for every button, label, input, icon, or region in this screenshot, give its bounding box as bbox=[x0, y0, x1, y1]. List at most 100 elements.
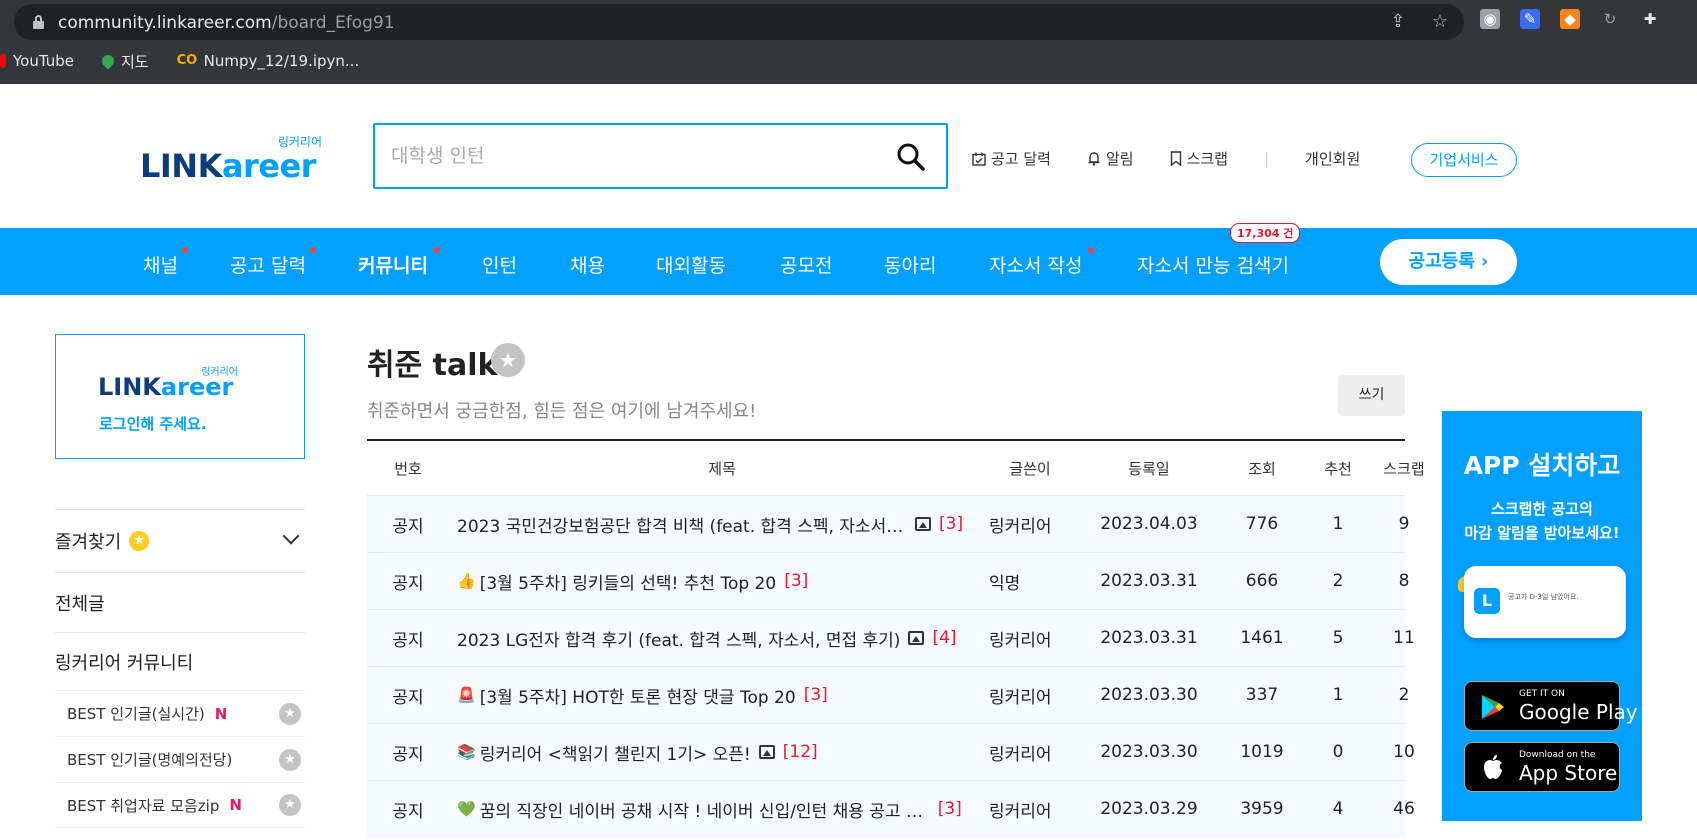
post-author: 익명 bbox=[989, 573, 1021, 594]
app-banner-description: 스크랩한 공고의 마감 알림을 받아보세요! bbox=[1464, 500, 1620, 542]
post-title-cell[interactable]: 2023 LG전자 합격 후기 (feat. 합격 스펙, 자소서, 면접 후기… bbox=[457, 610, 969, 666]
menu-alarm[interactable]: 알림 bbox=[1087, 148, 1134, 169]
app-install-banner[interactable]: APP 설치하고 스크랩한 공고의 마감 알림을 받아보세요! L 공고가 D-… bbox=[1442, 411, 1642, 821]
nav-resume-writing[interactable]: 자소서 작성 bbox=[989, 247, 1095, 278]
address-bar[interactable]: community.linkareer.com/board_Efog91 ⇪ ☆ bbox=[14, 4, 1464, 40]
nav-activities[interactable]: 대외활동 bbox=[656, 251, 726, 278]
post-title-cell[interactable]: 📚 링커리어 <책읽기 챌린지 1기> 오픈! [12] bbox=[457, 724, 969, 780]
post-scraps: 2 bbox=[1398, 685, 1410, 705]
google-play-icon bbox=[1482, 695, 1504, 719]
share-icon[interactable]: ⇪ bbox=[1388, 11, 1408, 32]
post-number: 공지 bbox=[392, 801, 424, 822]
post-date: 2023.03.30 bbox=[1100, 685, 1198, 705]
table-row[interactable]: 공지 🚨 [3월 5주차] HOT한 토론 현장 댓글 Top 20 [3] 링커리어 2… bbox=[367, 666, 1409, 723]
search-input[interactable] bbox=[391, 140, 871, 172]
post-date: 2023.03.31 bbox=[1100, 628, 1198, 648]
sidebar-item-best-realtime[interactable]: BEST 인기글(실시간) N ★ bbox=[55, 690, 305, 736]
favorite-star-icon[interactable]: ★ bbox=[279, 748, 301, 771]
bookmark-maps[interactable]: 지도 bbox=[99, 51, 149, 72]
app-store-button[interactable]: Download on the App Store bbox=[1464, 742, 1620, 792]
write-button[interactable]: 쓰기 bbox=[1338, 375, 1405, 416]
post-title[interactable]: [3월 5주차] HOT한 토론 현장 댓글 Top 20 bbox=[480, 683, 796, 708]
bookmark-youtube[interactable]: YouTube bbox=[0, 52, 74, 70]
comment-count: [3] bbox=[939, 514, 964, 534]
sidebar-item-best-hall-of-fame[interactable]: BEST 인기글(명예의전당) ★ bbox=[55, 736, 305, 782]
post-title[interactable]: [3월 5주차] 링키들의 선택! 추천 Top 20 bbox=[480, 569, 777, 594]
new-dot bbox=[309, 247, 316, 253]
table-row[interactable]: 공지 👍 [3월 5주차] 링키들의 선택! 추천 Top 20 [3] 익명 2023.… bbox=[367, 552, 1409, 609]
google-play-button[interactable]: GET IT ON Google Play bbox=[1464, 681, 1638, 731]
post-title-cell[interactable]: 2023 국민건강보험공단 합격 비책 (feat. 합격 스펙, 자소서, 면… bbox=[457, 496, 969, 552]
apple-icon bbox=[1484, 755, 1502, 779]
comment-count: [4] bbox=[932, 628, 957, 648]
chevron-down-icon[interactable] bbox=[282, 527, 300, 545]
post-job-button[interactable]: 공고등록 › bbox=[1380, 239, 1517, 285]
post-title[interactable]: 링커리어 <책읽기 챌린지 1기> 오픈! bbox=[480, 740, 751, 765]
sidebar-item-best-job-materials[interactable]: BEST 취업자료 모음zip N ★ bbox=[55, 782, 305, 828]
post-date: 2023.03.29 bbox=[1100, 799, 1198, 819]
metamask-fox-icon[interactable]: ◆ bbox=[1560, 9, 1580, 29]
bookmark-icon bbox=[1170, 151, 1181, 166]
post-emoji: 🚨 bbox=[457, 686, 476, 704]
post-recommends: 1 bbox=[1332, 514, 1344, 534]
nav-recruit[interactable]: 채용 bbox=[570, 251, 605, 278]
post-title-cell[interactable]: 💚 꿈의 직장인 네이버 공채 시작 ! 네이버 신입/인턴 채용 공고 총정리 [… bbox=[457, 781, 969, 837]
col-scrap: 스크랩 bbox=[1383, 459, 1425, 478]
image-icon bbox=[915, 517, 931, 531]
post-title[interactable]: 꿈의 직장인 네이버 공채 시작 ! 네이버 신입/인턴 채용 공고 총정리 bbox=[480, 797, 930, 822]
bookmark-star-icon[interactable]: ☆ bbox=[1430, 11, 1450, 32]
nav-contest[interactable]: 공모전 bbox=[780, 251, 832, 278]
table-row[interactable]: 공지 📚 링커리어 <책읽기 챌린지 1기> 오픈! [12] 링커리어 2023.03.… bbox=[367, 723, 1415, 780]
search-icon[interactable] bbox=[896, 142, 926, 172]
favorite-star-icon[interactable]: ★ bbox=[279, 794, 301, 816]
post-views: 1461 bbox=[1240, 628, 1284, 648]
bookmark-colab[interactable]: CO Numpy_12/19.ipyn... bbox=[177, 52, 360, 70]
blue-extension-icon[interactable]: ✎ bbox=[1520, 9, 1540, 29]
sidebar-all-posts[interactable]: 전체글 bbox=[55, 572, 305, 632]
login-prompt[interactable]: 로그인해 주세요. bbox=[99, 413, 207, 434]
table-header: 번호 제목 글쓴이 등록일 조회 추천 스크랩 bbox=[367, 441, 1425, 495]
favorite-star-icon[interactable]: ★ bbox=[279, 702, 301, 725]
post-recommends: 4 bbox=[1332, 799, 1344, 819]
new-dot bbox=[433, 247, 440, 253]
post-author: 링커리어 bbox=[989, 801, 1052, 822]
table-row[interactable]: 공지 💚 꿈의 직장인 네이버 공채 시작 ! 네이버 신입/인턴 채용 공고 총정… bbox=[367, 780, 1415, 837]
lock-icon bbox=[32, 15, 44, 29]
new-dot bbox=[181, 247, 188, 253]
nav-club[interactable]: 동아리 bbox=[884, 251, 936, 278]
menu-scrap[interactable]: 스크랩 bbox=[1170, 148, 1228, 169]
menu-calendar[interactable]: 공고 달력 bbox=[972, 148, 1051, 169]
post-views: 776 bbox=[1245, 514, 1279, 534]
sidebar-favorites[interactable]: 즐겨찾기 ★ bbox=[55, 509, 305, 572]
menu-personal-member[interactable]: 개인회원 bbox=[1305, 148, 1360, 169]
table-row[interactable]: 공지 2023 LG전자 합격 후기 (feat. 합격 스펙, 자소서, 면접 … bbox=[367, 609, 1415, 666]
comment-count: [3] bbox=[803, 685, 828, 705]
post-title[interactable]: 2023 LG전자 합격 후기 (feat. 합격 스펙, 자소서, 면접 후기… bbox=[457, 626, 900, 651]
login-box[interactable]: 링커리어 LINKareer 로그인해 주세요. bbox=[55, 334, 305, 459]
nav-channel[interactable]: 채널 bbox=[143, 247, 188, 278]
col-title: 제목 bbox=[708, 459, 736, 478]
sync-extension-icon[interactable]: ↻ bbox=[1600, 9, 1620, 29]
camera-extension-icon[interactable]: ◉ bbox=[1480, 9, 1500, 29]
site-logo[interactable]: 링커리어 LINKareer bbox=[140, 133, 330, 185]
corporate-service-button[interactable]: 기업서비스 bbox=[1411, 143, 1517, 177]
post-views: 666 bbox=[1245, 571, 1279, 591]
url-text[interactable]: community.linkareer.com/board_Efog91 bbox=[58, 13, 395, 33]
app-banner-title: APP 설치하고 bbox=[1463, 451, 1621, 480]
post-title[interactable]: 2023 국민건강보험공단 합격 비책 (feat. 합격 스펙, 자소서, 면… bbox=[457, 512, 907, 537]
linkareer-app-icon: L bbox=[1474, 588, 1500, 614]
post-title-cell[interactable]: 🚨 [3월 5주차] HOT한 토론 현장 댓글 Top 20 [3] bbox=[457, 667, 969, 723]
post-emoji: 👍 bbox=[457, 572, 476, 590]
nav-resume-search[interactable]: 자소서 만능 검색기 bbox=[1137, 251, 1289, 278]
favorite-star-icon[interactable]: ★ bbox=[491, 343, 525, 377]
comment-count: [3] bbox=[937, 799, 962, 819]
sidebar-community-header[interactable]: 링커리어 커뮤니티 bbox=[55, 632, 305, 690]
puzzle-extensions-icon[interactable]: ✚ bbox=[1640, 9, 1660, 29]
post-title-cell[interactable]: 👍 [3월 5주차] 링키들의 선택! 추천 Top 20 [3] bbox=[457, 553, 969, 609]
nav-calendar[interactable]: 공고 달력 bbox=[230, 247, 316, 278]
nav-community[interactable]: 커뮤니티 bbox=[358, 247, 440, 278]
nav-intern[interactable]: 인턴 bbox=[482, 251, 517, 278]
post-scraps: 9 bbox=[1398, 514, 1410, 534]
board-description: 취준하면서 궁금한점, 힘든 점은 여기에 남겨주세요! bbox=[367, 401, 757, 422]
table-row[interactable]: 공지 2023 국민건강보험공단 합격 비책 (feat. 합격 스펙, 자소서,… bbox=[367, 495, 1409, 552]
